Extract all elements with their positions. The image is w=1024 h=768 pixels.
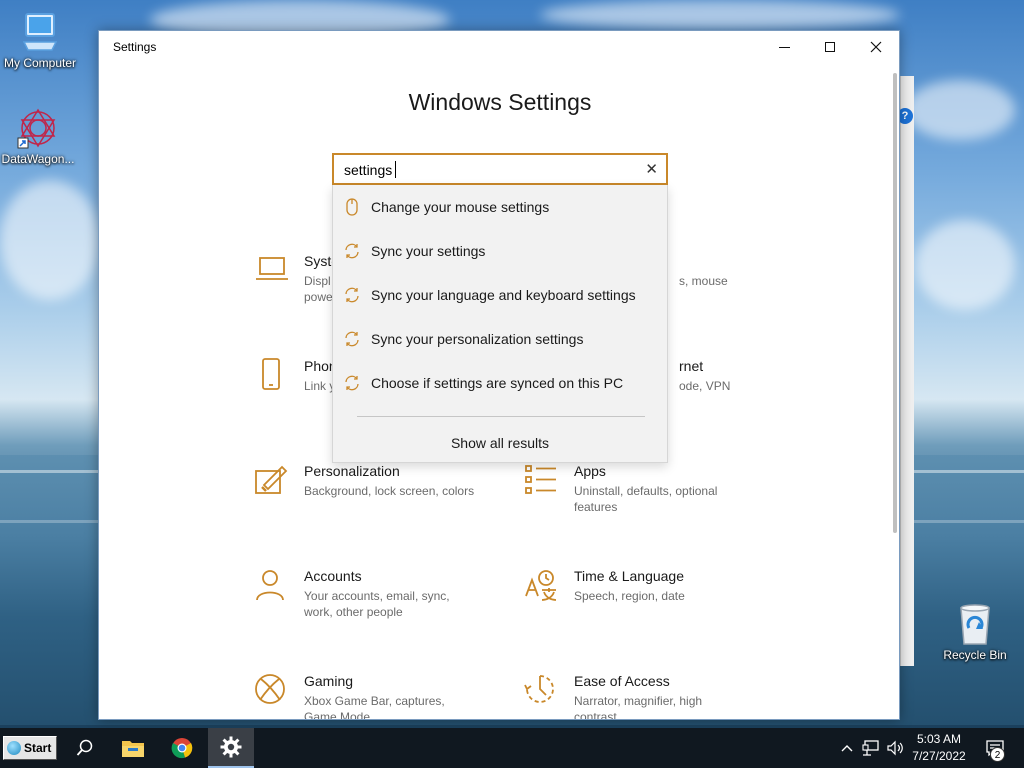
search-result-label: Sync your personalization settings <box>371 331 584 347</box>
search-result-label: Sync your settings <box>371 243 486 259</box>
show-all-results-link[interactable]: Show all results <box>333 435 667 451</box>
tile-title: Gaming <box>304 673 354 689</box>
network-icon <box>862 740 879 756</box>
taskbar-file-explorer[interactable] <box>110 728 156 768</box>
datawagon-logo-icon <box>16 106 60 150</box>
taskbar-search-button[interactable] <box>62 728 108 768</box>
search-query: settings <box>344 162 393 178</box>
cloud <box>540 0 900 30</box>
chevron-up-icon <box>841 745 853 752</box>
maximize-icon <box>825 42 835 52</box>
tray-overflow-button[interactable] <box>838 728 856 768</box>
tile-time-language[interactable]: Time & Language Speech, region, date <box>524 568 774 638</box>
tile-ease-of-access[interactable]: Ease of Access Narrator, magnifier, high… <box>524 673 774 720</box>
clock-time: 5:03 AM <box>916 732 962 746</box>
mouse-icon <box>333 198 371 216</box>
clear-search-icon[interactable]: ✕ <box>645 160 658 178</box>
page-title: Windows Settings <box>408 89 592 115</box>
scrollbar[interactable] <box>893 73 897 533</box>
tile-description: Xbox Game Bar, captures, Game Mode <box>304 694 445 720</box>
tile-personalization[interactable]: Personalization Background, lock screen,… <box>254 463 504 533</box>
tile-title: Ease of Access <box>574 673 670 689</box>
recycle-bin-icon <box>953 602 997 646</box>
close-button[interactable] <box>853 31 899 63</box>
tile-description: ode, VPN <box>679 379 731 393</box>
tile-description: Your accounts, email, sync, work, other … <box>304 589 450 619</box>
sync-icon <box>333 330 371 348</box>
tile-title: Personalization <box>304 463 400 479</box>
cloud <box>915 220 1015 310</box>
chrome-icon <box>171 738 193 759</box>
notification-count-badge: 2 <box>990 747 1005 762</box>
minimize-icon <box>778 46 790 48</box>
search-result-label: Sync your language and keyboard settings <box>371 287 636 303</box>
background-window-edge <box>900 76 914 666</box>
desktop-icon-label: DataWagon... <box>1 152 75 166</box>
search-result-label: Choose if settings are synced on this PC <box>371 375 624 391</box>
tile-accounts[interactable]: Accounts Your accounts, email, sync, wor… <box>254 568 504 638</box>
desktop-icon-datawagon[interactable]: DataWagon... <box>0 106 78 166</box>
search-result-item[interactable]: Sync your settings <box>333 229 667 273</box>
start-orb-icon <box>7 741 21 755</box>
folder-icon <box>122 741 144 757</box>
search-icon <box>76 739 93 756</box>
time-language-icon <box>525 570 557 601</box>
maximize-button[interactable] <box>807 31 853 63</box>
clock-date: 7/27/2022 <box>912 749 966 763</box>
search-result-item[interactable]: Change your mouse settings <box>333 185 667 229</box>
search-result-item[interactable]: Choose if settings are synced on this PC <box>333 361 667 405</box>
tile-gaming[interactable]: Gaming Xbox Game Bar, captures, Game Mod… <box>254 673 504 720</box>
tile-description: Background, lock screen, colors <box>304 484 475 498</box>
ease-of-access-icon <box>524 675 554 703</box>
apps-list-icon <box>525 465 556 494</box>
desktop-icon-label: Recycle Bin <box>943 648 1007 662</box>
cloud <box>0 180 100 300</box>
search-result-item[interactable]: Sync your personalization settings <box>333 317 667 361</box>
sync-icon <box>333 374 371 392</box>
search-input[interactable]: settings ✕ <box>332 153 668 185</box>
taskbar-settings[interactable] <box>208 728 254 768</box>
phone-icon <box>262 358 280 390</box>
taskbar: Start 5:03 AM 7/27/2022 2 <box>0 728 1024 768</box>
paintbrush-icon <box>255 465 288 494</box>
search-input-value: settings <box>344 161 397 178</box>
desktop-icon-recycle-bin[interactable]: Recycle Bin <box>935 602 1015 662</box>
start-label: Start <box>24 741 52 755</box>
tile-title: Apps <box>574 463 606 479</box>
person-icon <box>256 570 284 601</box>
taskbar-clock[interactable]: 5:03 AM 7/27/2022 <box>905 731 973 765</box>
tile-apps[interactable]: Apps Uninstall, defaults, optional featu… <box>524 463 774 533</box>
search-results-dropdown: Change your mouse settings Sync your set… <box>332 185 668 463</box>
tile-title: Accounts <box>304 568 362 584</box>
tile-description: Speech, region, date <box>574 589 685 603</box>
sync-icon <box>333 242 371 260</box>
text-caret <box>395 161 397 178</box>
tile-description: Narrator, magnifier, high contrast <box>574 694 703 720</box>
search-result-item[interactable]: Sync your language and keyboard settings <box>333 273 667 317</box>
dropdown-divider <box>357 416 645 417</box>
minimize-button[interactable] <box>761 31 807 63</box>
tile-title: Time & Language <box>574 568 684 584</box>
sync-icon <box>333 286 371 304</box>
laptop-icon <box>256 257 288 280</box>
tray-volume[interactable] <box>884 728 906 768</box>
tile-description: Uninstall, defaults, optional features <box>574 484 718 514</box>
title-bar[interactable]: Settings <box>99 31 899 63</box>
start-button[interactable]: Start <box>3 736 57 760</box>
taskbar-chrome[interactable] <box>159 728 205 768</box>
desktop-icon-label: My Computer <box>3 56 77 70</box>
speaker-icon <box>887 740 903 756</box>
close-icon <box>870 41 882 53</box>
settings-window: Settings Windows Settings Syste Displ po… <box>98 30 900 720</box>
tile-title: rnet <box>679 358 704 374</box>
window-title: Settings <box>113 40 157 54</box>
desktop-icon-my-computer[interactable]: My Computer <box>0 10 80 70</box>
search-result-label: Change your mouse settings <box>371 199 550 215</box>
xbox-icon <box>255 674 285 704</box>
tray-network[interactable] <box>860 728 882 768</box>
tile-description: s, mouse <box>679 274 728 288</box>
computer-icon <box>18 10 62 54</box>
gear-icon <box>220 736 242 758</box>
cloud <box>905 80 1015 140</box>
